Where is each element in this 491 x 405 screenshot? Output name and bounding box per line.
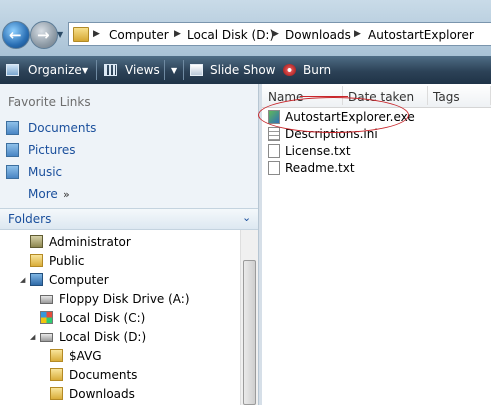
computer-icon: [30, 273, 43, 286]
text-file-icon: [268, 161, 280, 175]
organize-button[interactable]: Organize: [28, 63, 82, 77]
favorite-link-documents[interactable]: Documents: [0, 118, 258, 138]
arrow-right-icon: →: [37, 26, 50, 44]
folder-icon: [50, 349, 63, 362]
scrollbar-thumb[interactable]: [243, 260, 256, 405]
tree-item-label: Administrator: [49, 235, 131, 249]
double-chevron-right-icon[interactable]: »: [63, 188, 70, 201]
file-list-pane: Name Date taken Tags AutostartExplorer.e…: [262, 84, 491, 405]
documents-icon: [6, 121, 19, 135]
chevron-down-icon[interactable]: ⌄: [242, 211, 251, 224]
pictures-icon: [6, 143, 19, 157]
folder-icon: [30, 254, 43, 267]
command-toolbar: Organize ▼ Views ▼ Slide Show Burn: [0, 56, 491, 84]
highlight-ellipse-annotation: [258, 97, 409, 133]
file-name: License.txt: [285, 144, 351, 158]
column-header-tags[interactable]: Tags: [433, 90, 460, 104]
forward-button[interactable]: →: [30, 21, 58, 49]
hard-drive-icon: [40, 333, 53, 342]
tree-collapse-icon[interactable]: ◢: [30, 333, 35, 341]
breadcrumb-separator-icon[interactable]: ▶: [272, 29, 279, 39]
arrow-left-icon: ←: [9, 26, 22, 44]
navigation-pane: Favorite Links Documents Pictures Music …: [0, 84, 258, 405]
tree-item-label: Computer: [49, 273, 109, 287]
favorite-link-label: Music: [28, 165, 63, 179]
tree-collapse-icon[interactable]: ◢: [20, 276, 25, 284]
tree-item-label: Downloads: [69, 387, 135, 401]
tree-item-label: Local Disk (D:): [59, 330, 147, 344]
toolbar-divider: [96, 60, 97, 80]
breadcrumb-separator-icon[interactable]: ▶: [174, 29, 181, 39]
breadcrumb-computer[interactable]: Computer: [109, 28, 169, 42]
breadcrumb-separator-icon[interactable]: ▶: [354, 29, 361, 39]
windows-drive-icon: [40, 311, 53, 324]
highlight-annotation-stroke: [300, 96, 348, 97]
file-name: Readme.txt: [285, 161, 355, 175]
favorite-links-title: Favorite Links: [8, 95, 91, 109]
slideshow-icon: [190, 64, 203, 76]
organize-icon: [6, 64, 19, 76]
column-divider[interactable]: [427, 86, 428, 105]
address-bar[interactable]: ▶ Computer ▶ Local Disk (D:) ▶ Downloads…: [68, 22, 491, 46]
folder-tree-scrollbar[interactable]: [240, 230, 258, 405]
recent-pages-dropdown-icon[interactable]: ▼: [57, 30, 63, 39]
text-file-icon: [268, 144, 280, 158]
floppy-drive-icon: [40, 295, 53, 304]
favorite-links-more[interactable]: More: [0, 184, 258, 204]
favorite-link-label: Documents: [28, 121, 97, 135]
navigation-bar: ← → ▼ ▶ Computer ▶ Local Disk (D:) ▶ Dow…: [0, 0, 491, 56]
organize-dropdown-icon[interactable]: ▼: [82, 66, 88, 75]
tree-item-label: $AVG: [69, 349, 102, 363]
folders-title: Folders: [8, 212, 52, 226]
toolbar-divider: [183, 60, 184, 80]
tree-item-label: Local Disk (C:): [59, 311, 146, 325]
breadcrumb-local-disk-d[interactable]: Local Disk (D:): [187, 28, 274, 42]
tree-item-label: Floppy Disk Drive (A:): [59, 292, 190, 306]
breadcrumb-autostartexplorer[interactable]: AutostartExplorer: [368, 28, 474, 42]
views-dropdown-icon[interactable]: ▼: [171, 66, 177, 75]
breadcrumb-downloads[interactable]: Downloads: [285, 28, 351, 42]
back-button[interactable]: ←: [2, 21, 30, 49]
user-folder-icon: [30, 235, 43, 248]
tree-item-label: Public: [49, 254, 85, 268]
music-icon: [6, 165, 19, 179]
burn-disc-icon: [283, 64, 296, 76]
favorite-link-music[interactable]: Music: [0, 162, 258, 182]
toolbar-divider: [164, 60, 165, 80]
settings-file-icon: [268, 127, 280, 141]
folder-icon: [50, 387, 63, 400]
folder-icon: [50, 368, 63, 381]
breadcrumb-separator-icon[interactable]: ▶: [93, 29, 100, 39]
more-label: More: [28, 187, 58, 201]
slideshow-button[interactable]: Slide Show: [210, 63, 275, 77]
tree-item-label: Documents: [69, 368, 138, 382]
burn-button[interactable]: Burn: [303, 63, 331, 77]
favorite-link-pictures[interactable]: Pictures: [0, 140, 258, 160]
folders-header[interactable]: Folders ⌄: [0, 208, 258, 230]
views-button[interactable]: Views: [125, 63, 160, 77]
folder-tree: Administrator Public ◢ Computer Floppy D…: [0, 230, 240, 405]
favorite-link-label: Pictures: [28, 143, 76, 157]
folder-icon: [73, 27, 89, 42]
views-icon: [104, 64, 117, 76]
